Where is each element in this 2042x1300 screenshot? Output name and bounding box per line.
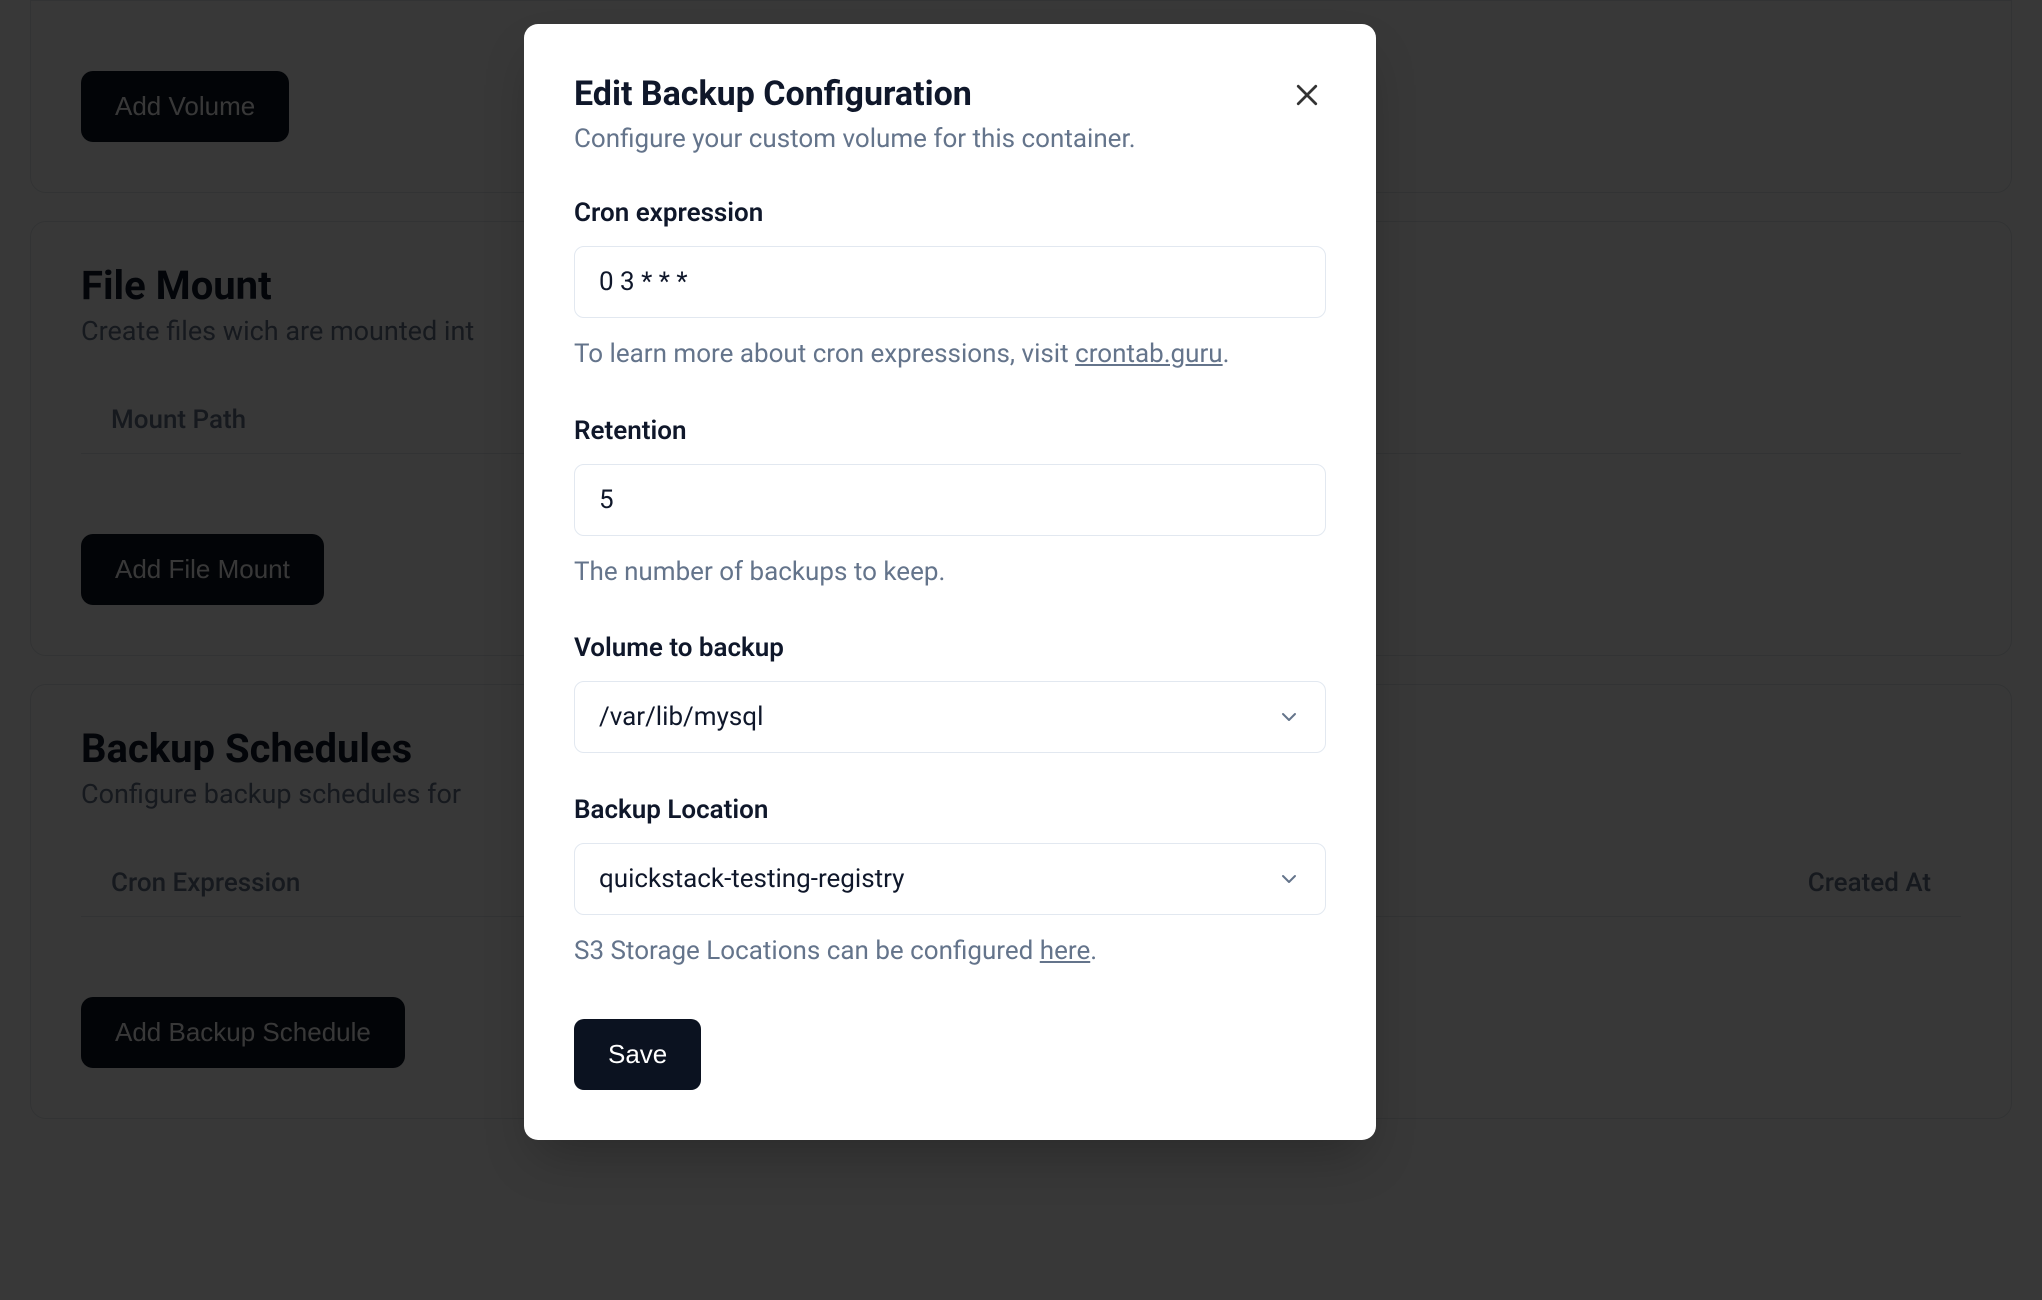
cron-field-group: Cron expression To learn more about cron… bbox=[574, 198, 1326, 374]
cron-label: Cron expression bbox=[574, 198, 1326, 228]
close-icon[interactable] bbox=[1292, 80, 1322, 110]
location-help: S3 Storage Locations can be configured h… bbox=[574, 933, 1326, 971]
edit-backup-modal: Edit Backup Configuration Configure your… bbox=[524, 24, 1376, 1140]
retention-help: The number of backups to keep. bbox=[574, 554, 1326, 592]
s3-config-link[interactable]: here bbox=[1040, 936, 1090, 966]
retention-label: Retention bbox=[574, 416, 1326, 446]
retention-field-group: Retention The number of backups to keep. bbox=[574, 416, 1326, 592]
cron-help-prefix: To learn more about cron expressions, vi… bbox=[574, 339, 1075, 369]
retention-input[interactable] bbox=[574, 464, 1326, 536]
cron-input[interactable] bbox=[574, 246, 1326, 318]
cron-help: To learn more about cron expressions, vi… bbox=[574, 336, 1326, 374]
save-button[interactable]: Save bbox=[574, 1019, 701, 1090]
location-field-group: Backup Location quickstack-testing-regis… bbox=[574, 795, 1326, 971]
crontab-guru-link[interactable]: crontab.guru bbox=[1075, 339, 1223, 369]
location-select[interactable]: quickstack-testing-registry bbox=[574, 843, 1326, 915]
cron-help-suffix: . bbox=[1223, 339, 1230, 369]
volume-select[interactable]: /var/lib/mysql bbox=[574, 681, 1326, 753]
location-label: Backup Location bbox=[574, 795, 1326, 825]
volume-label: Volume to backup bbox=[574, 633, 1326, 663]
volume-field-group: Volume to backup /var/lib/mysql bbox=[574, 633, 1326, 753]
location-help-suffix: . bbox=[1090, 936, 1097, 966]
volume-select-value: /var/lib/mysql bbox=[599, 702, 763, 732]
location-help-prefix: S3 Storage Locations can be configured bbox=[574, 936, 1040, 966]
location-select-value: quickstack-testing-registry bbox=[599, 864, 905, 894]
chevron-down-icon bbox=[1277, 705, 1301, 729]
chevron-down-icon bbox=[1277, 867, 1301, 891]
modal-description: Configure your custom volume for this co… bbox=[574, 124, 1326, 154]
modal-title: Edit Backup Configuration bbox=[574, 74, 1326, 114]
